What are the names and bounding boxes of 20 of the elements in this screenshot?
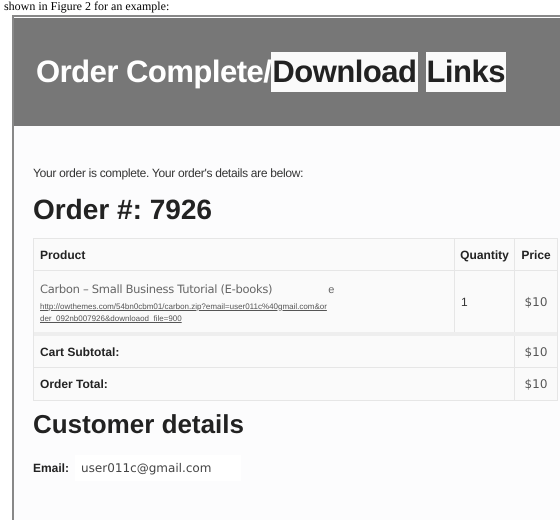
column-header: Product: [34, 239, 455, 270]
price-cell-text: $10: [524, 294, 548, 310]
product-name: Carbon – Small Business Tutorial (E-books): [40, 281, 272, 298]
total-value: $10: [524, 376, 548, 393]
column-header: Price: [520, 246, 552, 264]
order-heading: Order #: 7926: [33, 194, 213, 226]
highlighted-title-word: Links: [426, 52, 506, 92]
highlighted-title-word: Download: [271, 52, 418, 92]
quantity-cell: 1: [455, 271, 515, 332]
page-title-text: Order Complete/: [36, 53, 272, 91]
download-link[interactable]: http://owthemes.com/54bn0cbm01/carbon.zip?email=user011c%40gmail.com&order_092nb007926&downloaod_file=900: [40, 300, 330, 324]
column-header: Quantity: [455, 239, 515, 270]
total-label: Order Total:: [34, 368, 515, 400]
total-value: $10: [524, 344, 548, 360]
caption: shown in Figure 2 for an example:: [4, 0, 170, 12]
total-label: Cart Subtotal:: [34, 336, 515, 367]
text-fragment: e: [328, 283, 334, 298]
email-label: Email:: [33, 460, 70, 477]
customer-heading: Customer details: [33, 408, 245, 441]
intro-text: Your order is complete. Your order's details are below:: [33, 165, 304, 182]
